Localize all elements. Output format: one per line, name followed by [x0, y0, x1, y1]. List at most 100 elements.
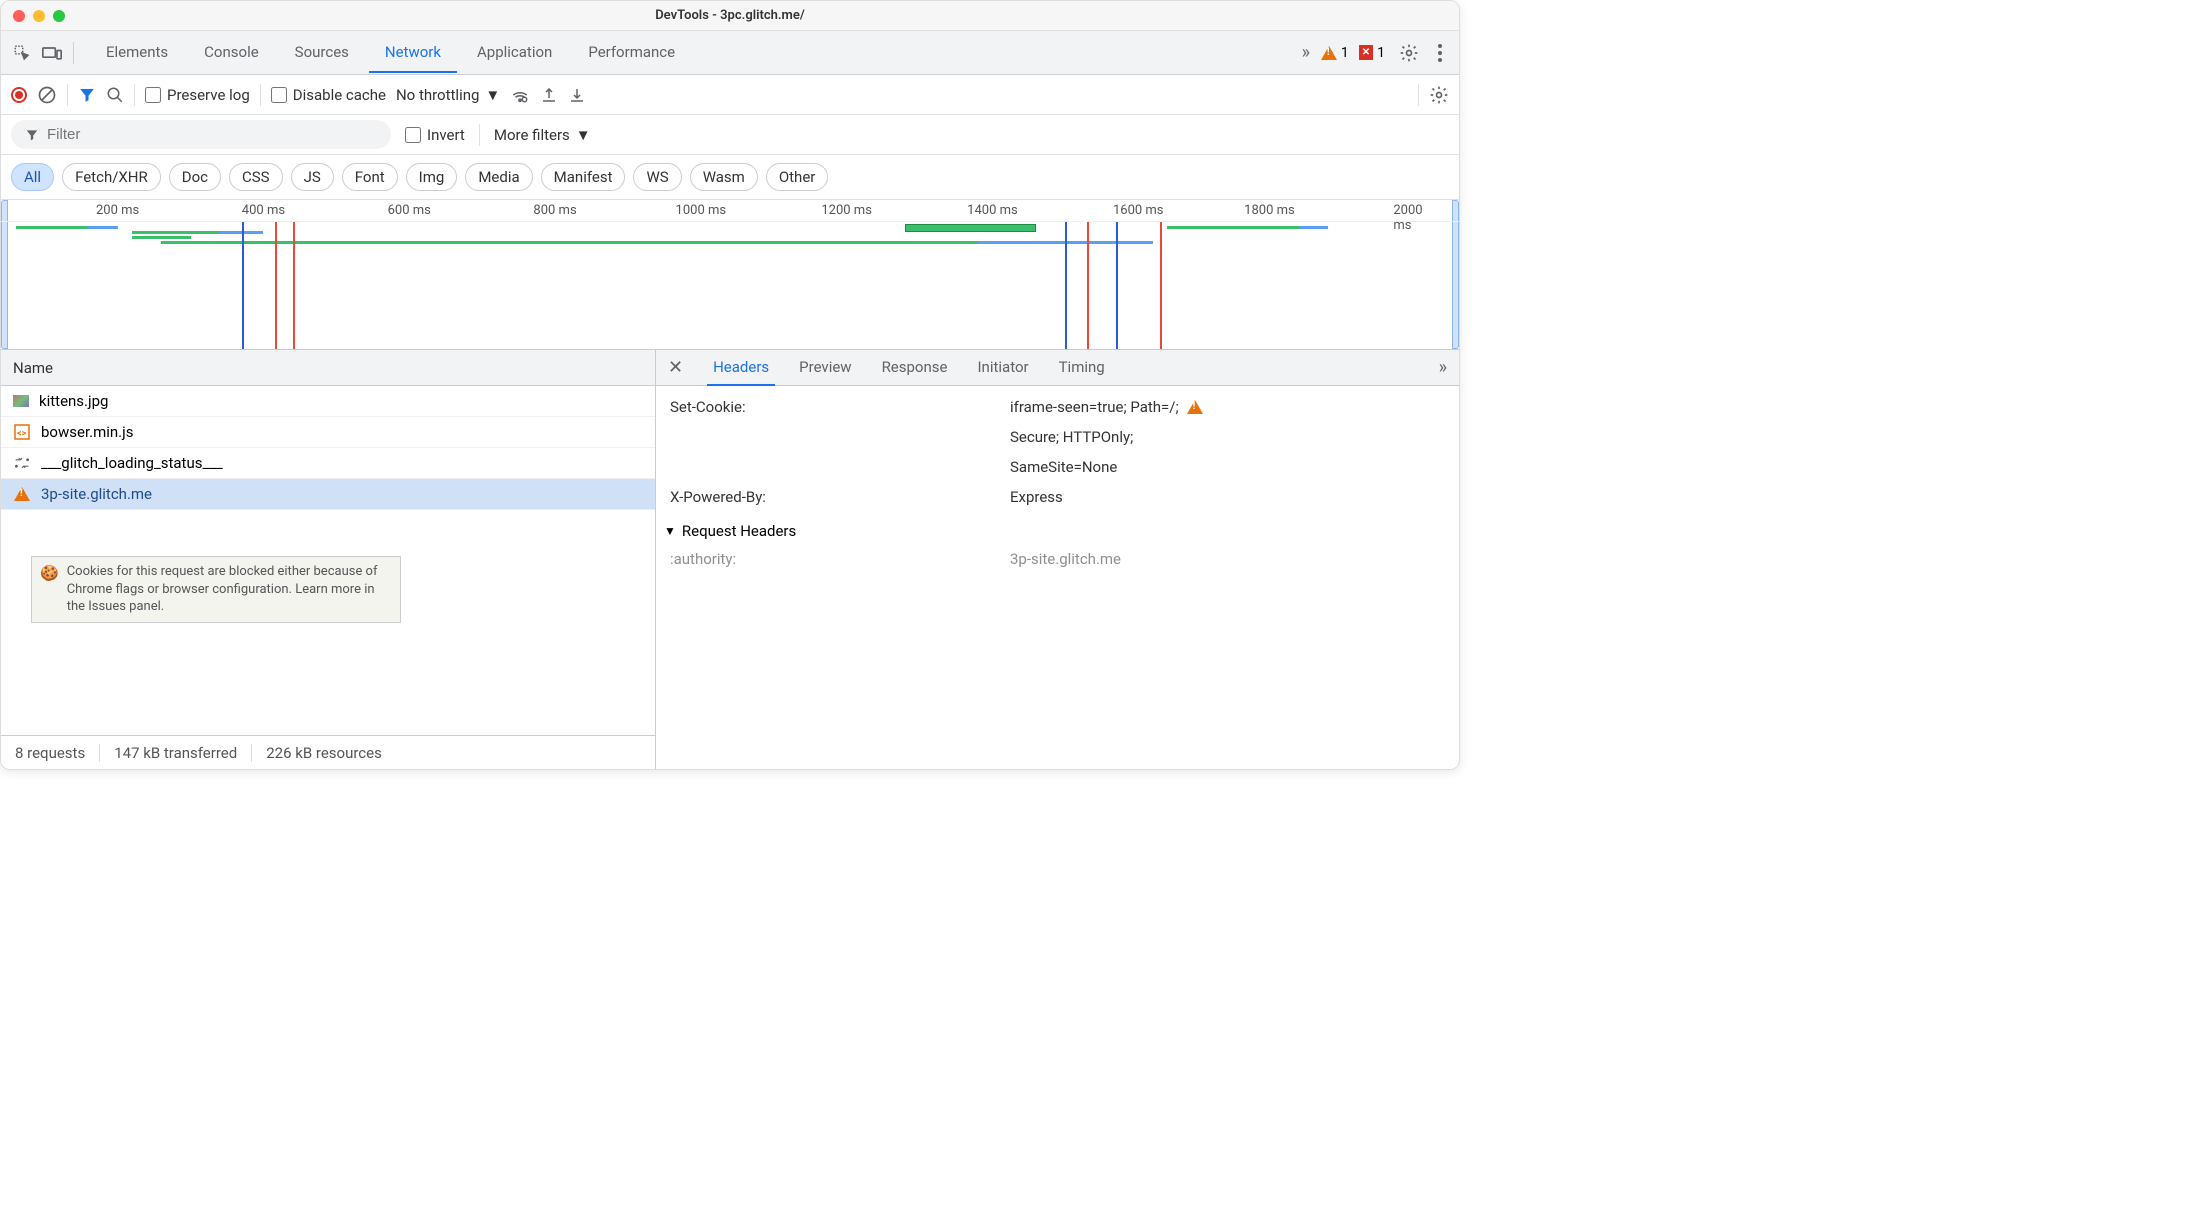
- tick: 1000 ms: [676, 203, 727, 218]
- timeline-handle-right[interactable]: [1452, 200, 1459, 349]
- filter-input[interactable]: [11, 120, 391, 149]
- inspect-icon[interactable]: [7, 38, 37, 68]
- detail-tab-initiator[interactable]: Initiator: [971, 350, 1034, 386]
- header-row: X-Powered-By: Express: [656, 482, 1459, 512]
- js-file-icon: <>: [13, 423, 31, 441]
- tick: 600 ms: [388, 203, 431, 218]
- cookie-icon: 🍪: [40, 563, 59, 616]
- detail-tab-preview[interactable]: Preview: [793, 350, 857, 386]
- xhr-icon: [13, 454, 31, 472]
- status-bar: 8 requests 147 kB transferred 226 kB res…: [1, 735, 655, 769]
- network-toolbar: Preserve log Disable cache No throttling…: [1, 75, 1459, 115]
- timeline-ruler: 200 ms 400 ms 600 ms 800 ms 1000 ms 1200…: [1, 200, 1459, 222]
- status-requests: 8 requests: [1, 744, 100, 762]
- svg-text:<>: <>: [17, 429, 27, 439]
- errors-badge[interactable]: ✕ 1: [1359, 45, 1385, 61]
- export-har-icon[interactable]: [540, 86, 558, 104]
- request-row[interactable]: ___glitch_loading_status___: [1, 448, 655, 479]
- network-settings-icon[interactable]: [1429, 85, 1449, 105]
- window-close-button[interactable]: [13, 10, 25, 22]
- import-har-icon[interactable]: [568, 86, 586, 104]
- type-chip-ws[interactable]: WS: [633, 163, 681, 191]
- timeline-handle-left[interactable]: [1, 200, 8, 349]
- tick: 200 ms: [96, 203, 139, 218]
- more-tabs-icon[interactable]: »: [1291, 38, 1321, 68]
- network-conditions-icon[interactable]: [510, 86, 530, 104]
- tab-sources[interactable]: Sources: [279, 33, 365, 73]
- tab-elements[interactable]: Elements: [90, 33, 184, 73]
- tick: 400 ms: [242, 203, 285, 218]
- header-value: 3p-site.glitch.me: [1010, 550, 1445, 568]
- cookie-blocked-tooltip: 🍪 Cookies for this request are blocked e…: [31, 556, 401, 623]
- window-maximize-button[interactable]: [53, 10, 65, 22]
- tab-application[interactable]: Application: [461, 33, 568, 73]
- close-detail-icon[interactable]: ✕: [668, 357, 689, 378]
- request-headers-section[interactable]: ▼ Request Headers: [656, 512, 1459, 544]
- header-row: SameSite=None: [656, 452, 1459, 482]
- more-filters-dropdown[interactable]: More filters ▼: [494, 126, 591, 144]
- tab-console[interactable]: Console: [188, 33, 275, 73]
- settings-icon[interactable]: [1395, 39, 1423, 67]
- type-chip-js[interactable]: JS: [291, 163, 334, 191]
- preserve-log-checkbox[interactable]: Preserve log: [145, 86, 250, 104]
- tick: 1600 ms: [1113, 203, 1164, 218]
- request-name: ___glitch_loading_status___: [41, 454, 223, 472]
- tick: 1800 ms: [1244, 203, 1295, 218]
- section-title: Request Headers: [682, 522, 796, 540]
- record-button[interactable]: [11, 87, 27, 103]
- request-row[interactable]: kittens.jpg: [1, 386, 655, 417]
- type-chip-manifest[interactable]: Manifest: [541, 163, 626, 191]
- request-row[interactable]: <> bowser.min.js: [1, 417, 655, 448]
- filter-text-field[interactable]: [47, 126, 377, 143]
- type-chip-other[interactable]: Other: [766, 163, 829, 191]
- window-minimize-button[interactable]: [33, 10, 45, 22]
- disclosure-triangle-icon: ▼: [664, 524, 676, 538]
- detail-tab-response[interactable]: Response: [876, 350, 954, 386]
- type-chip-media[interactable]: Media: [465, 163, 532, 191]
- more-detail-tabs-icon[interactable]: »: [1439, 357, 1447, 378]
- type-chip-font[interactable]: Font: [342, 163, 398, 191]
- tick: 1400 ms: [967, 203, 1018, 218]
- invert-checkbox[interactable]: Invert: [405, 126, 465, 144]
- type-chip-all[interactable]: All: [11, 163, 54, 191]
- warnings-badge[interactable]: 1: [1321, 45, 1349, 61]
- chevron-down-icon: ▼: [576, 126, 591, 144]
- filter-toggle-icon[interactable]: [78, 86, 96, 104]
- tab-network[interactable]: Network: [369, 33, 457, 73]
- tick: 800 ms: [533, 203, 576, 218]
- warning-icon: [1187, 400, 1203, 414]
- header-row: Secure; HTTPOnly;: [656, 422, 1459, 452]
- clear-icon[interactable]: [37, 85, 57, 105]
- request-list-pane: Name kittens.jpg <> bowser.min.js ___g: [1, 350, 656, 769]
- header-name: :authority:: [670, 550, 1000, 568]
- status-resources: 226 kB resources: [252, 744, 396, 762]
- invert-label: Invert: [427, 126, 465, 144]
- search-icon[interactable]: [106, 86, 124, 104]
- timeline-overview[interactable]: 200 ms 400 ms 600 ms 800 ms 1000 ms 1200…: [1, 200, 1459, 350]
- tab-performance[interactable]: Performance: [572, 33, 691, 73]
- throttling-select[interactable]: No throttling ▼: [396, 86, 500, 104]
- error-icon: ✕: [1359, 45, 1373, 60]
- type-chip-css[interactable]: CSS: [229, 163, 283, 191]
- image-file-icon: [13, 395, 29, 407]
- header-value: iframe-seen=true; Path=/;: [1010, 398, 1445, 416]
- status-transferred: 147 kB transferred: [100, 744, 252, 762]
- header-value: Secure; HTTPOnly;: [1010, 428, 1445, 446]
- column-header-name[interactable]: Name: [1, 350, 655, 386]
- header-row: :authority: 3p-site.glitch.me: [656, 544, 1459, 574]
- type-chip-doc[interactable]: Doc: [169, 163, 221, 191]
- disable-cache-checkbox[interactable]: Disable cache: [271, 86, 386, 104]
- resource-type-filters: All Fetch/XHR Doc CSS JS Font Img Media …: [1, 155, 1459, 200]
- errors-count: 1: [1377, 45, 1385, 61]
- header-name: Set-Cookie:: [670, 398, 1000, 416]
- detail-tab-timing[interactable]: Timing: [1053, 350, 1111, 386]
- warnings-count: 1: [1341, 45, 1349, 61]
- detail-tab-headers[interactable]: Headers: [707, 350, 775, 386]
- kebab-menu-icon[interactable]: [1433, 39, 1447, 67]
- device-toggle-icon[interactable]: [37, 38, 67, 68]
- request-row[interactable]: 3p-site.glitch.me: [1, 479, 655, 510]
- header-name: X-Powered-By:: [670, 488, 1000, 506]
- type-chip-fetchxhr[interactable]: Fetch/XHR: [62, 163, 161, 191]
- type-chip-img[interactable]: Img: [406, 163, 458, 191]
- type-chip-wasm[interactable]: Wasm: [690, 163, 758, 191]
